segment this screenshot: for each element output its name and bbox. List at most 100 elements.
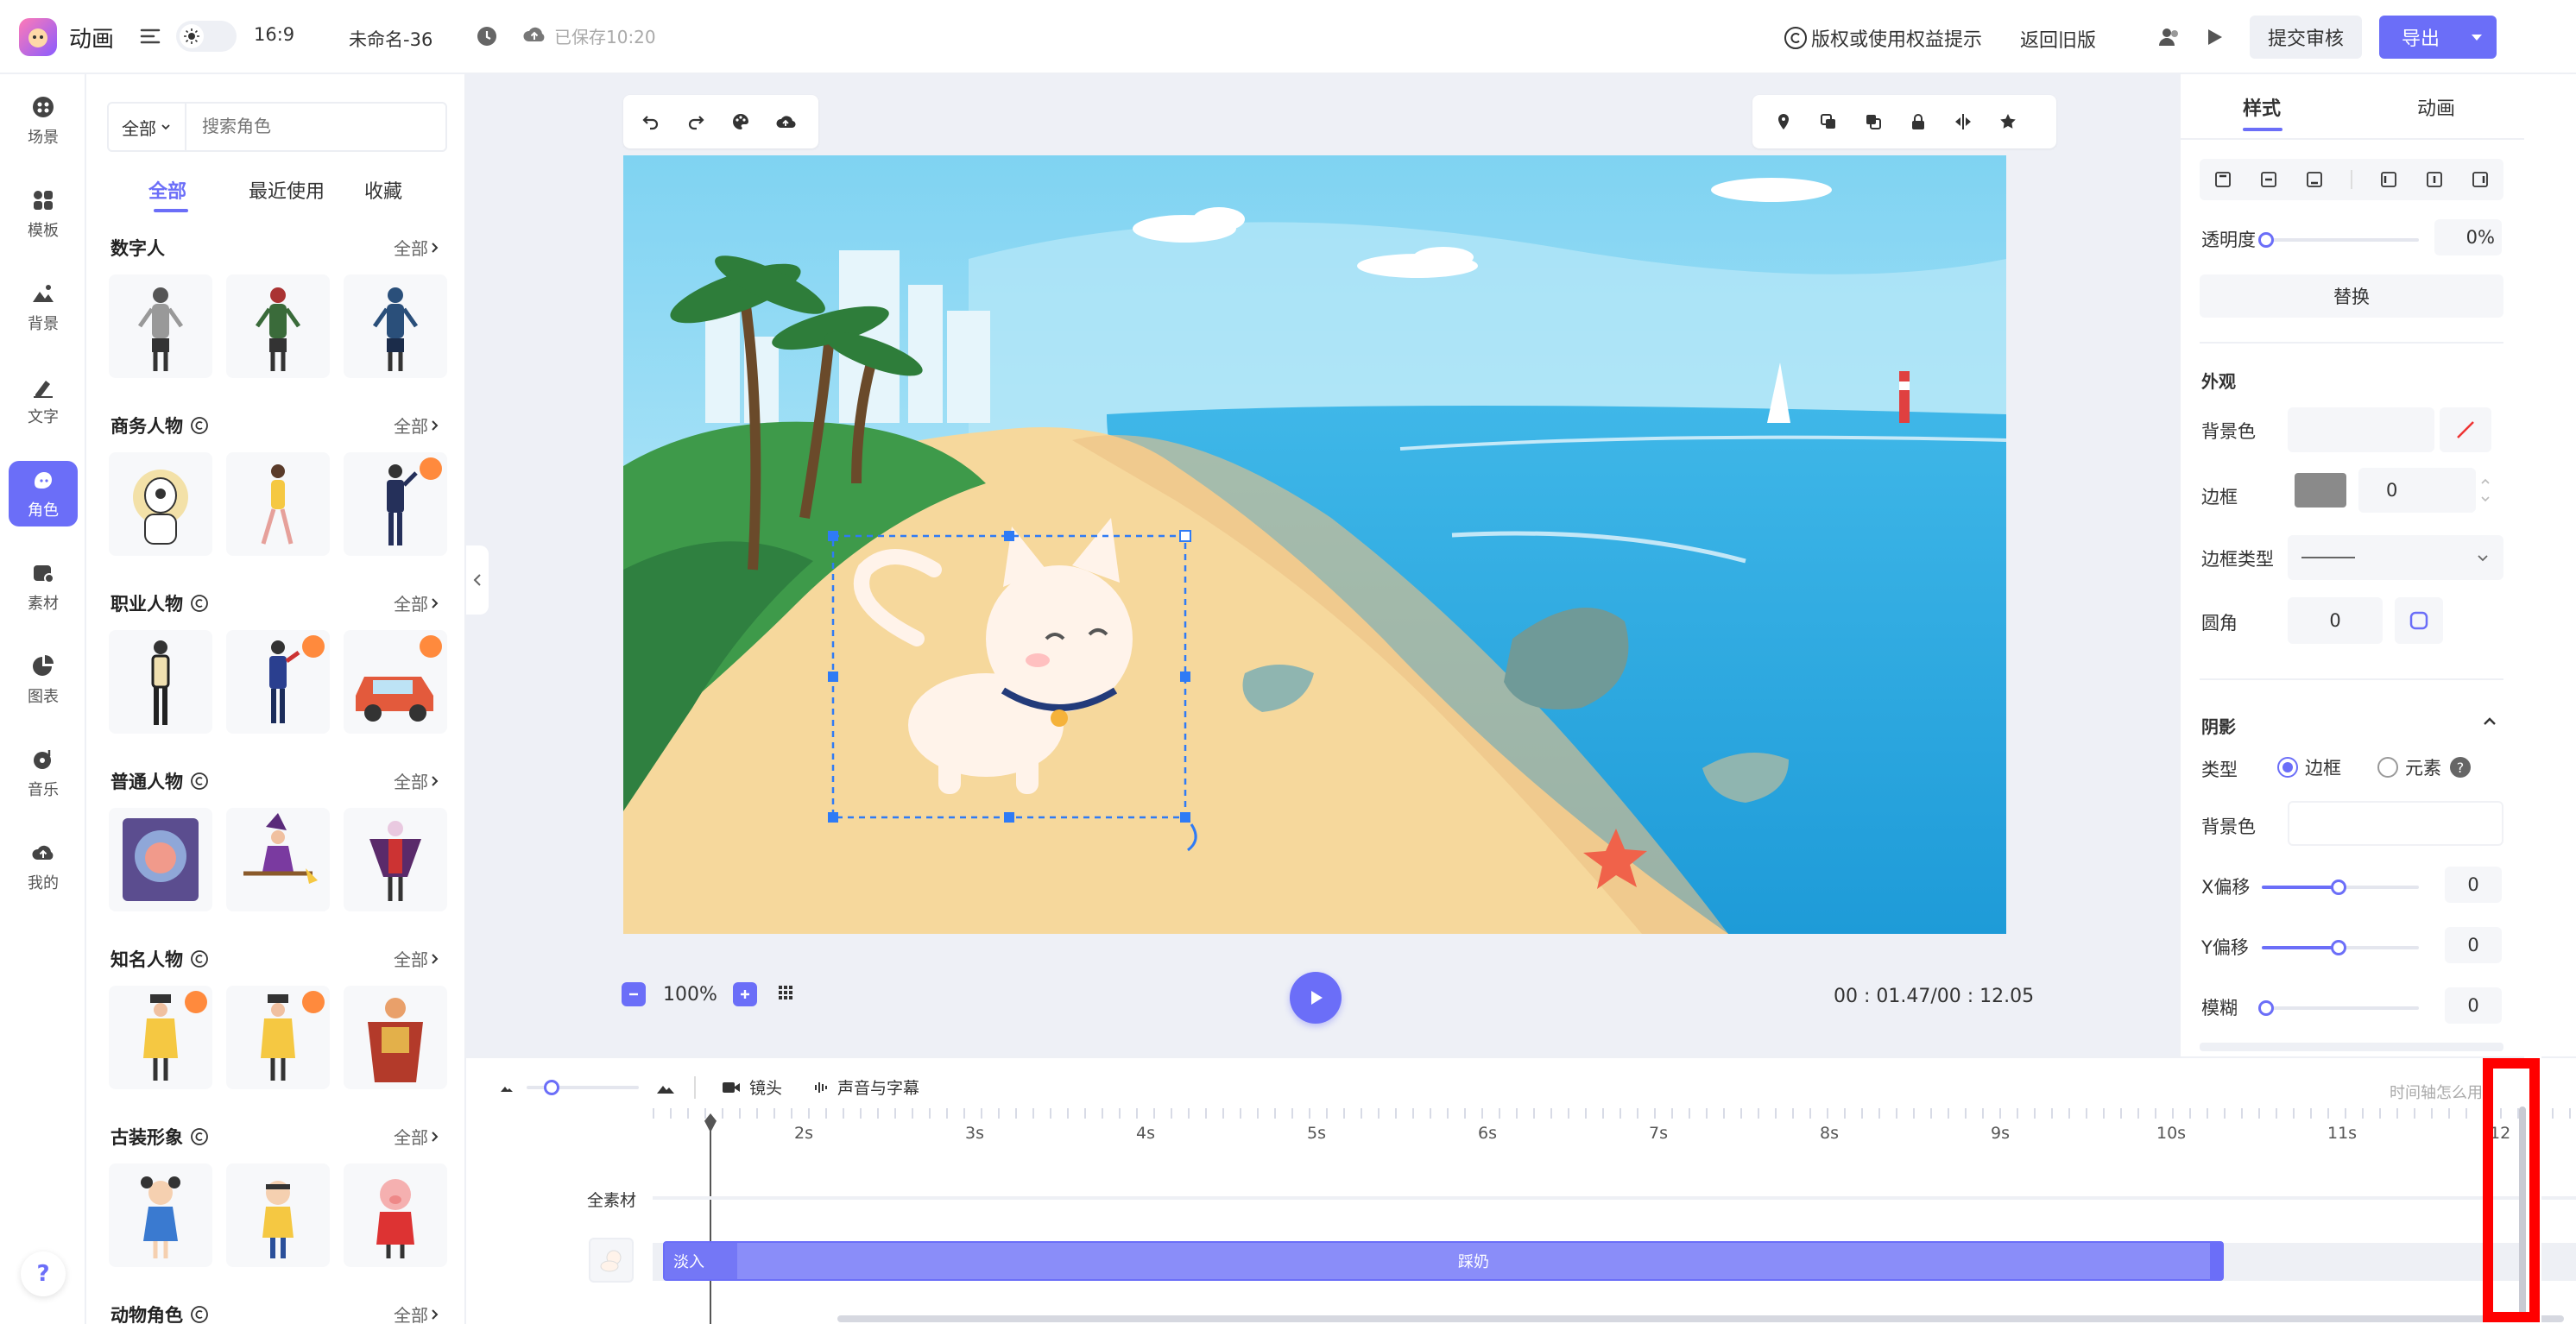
character-thumb[interactable] [226, 630, 330, 734]
character-thumb[interactable] [344, 274, 447, 378]
rail-character[interactable]: 角色 [9, 461, 78, 526]
clip-end-handle[interactable] [2210, 1243, 2222, 1279]
slider-knob[interactable] [2331, 880, 2346, 895]
menu-icon[interactable] [138, 24, 162, 52]
opacity-input[interactable]: 0% [2434, 219, 2502, 255]
border-width-input[interactable]: 0 [2358, 468, 2476, 513]
rail-mine[interactable]: 我的 [9, 834, 78, 899]
camera-button[interactable]: 镜头 [722, 1075, 782, 1099]
section-all-link[interactable]: 全部 [394, 1124, 440, 1149]
character-thumb[interactable] [109, 274, 212, 378]
history-icon[interactable] [475, 24, 499, 52]
radio-element[interactable]: 元素 ? [2377, 754, 2471, 780]
chevron-up-icon[interactable] [2481, 713, 2498, 734]
x-offset-slider[interactable] [2262, 880, 2419, 895]
layer-down-icon[interactable] [1851, 99, 1896, 144]
character-thumb[interactable] [109, 986, 212, 1089]
preview-play-icon[interactable] [2203, 26, 2226, 52]
rail-background[interactable]: 背景 [9, 274, 78, 340]
radio-border[interactable]: 边框 [2277, 754, 2341, 780]
character-thumb[interactable] [226, 452, 330, 556]
rail-chart[interactable]: 图表 [9, 647, 78, 713]
character-thumb[interactable] [109, 630, 212, 734]
zoom-in-button[interactable] [732, 982, 757, 1006]
palette-icon[interactable] [718, 99, 763, 144]
timeline-zoom-slider[interactable] [527, 1079, 639, 1095]
lock-icon[interactable] [1896, 99, 1941, 144]
align-center-icon[interactable] [2425, 170, 2444, 189]
tab-style[interactable]: 样式 [2243, 93, 2281, 121]
align-middle-icon[interactable] [2259, 170, 2278, 189]
submit-review-button[interactable]: 提交审核 [2250, 16, 2362, 59]
export-button[interactable]: 导出 [2379, 16, 2497, 59]
slider-knob[interactable] [2331, 940, 2346, 955]
border-type-select[interactable] [2288, 535, 2503, 580]
filter-dropdown[interactable]: 全部 [109, 104, 186, 150]
slider-knob[interactable] [2258, 1000, 2274, 1016]
section-all-link[interactable]: 全部 [394, 768, 440, 793]
star-icon[interactable] [1986, 99, 2030, 144]
character-thumb[interactable] [226, 1163, 330, 1267]
sound-subtitle-button[interactable]: 声音与字幕 [813, 1075, 919, 1099]
character-thumb[interactable] [344, 1163, 447, 1267]
character-thumb[interactable] [226, 986, 330, 1089]
grid-icon[interactable] [776, 983, 795, 1006]
rail-text[interactable]: 文字 [9, 368, 78, 433]
search-input[interactable] [202, 117, 426, 137]
flip-icon[interactable] [1941, 99, 1986, 144]
character-thumb[interactable] [344, 808, 447, 911]
timeline-help-link[interactable]: 时间轴怎么用? [2390, 1081, 2491, 1103]
character-thumb[interactable] [344, 986, 447, 1089]
section-all-link[interactable]: 全部 [394, 235, 440, 260]
section-all-link[interactable]: 全部 [394, 946, 440, 971]
play-button[interactable] [1290, 972, 1342, 1024]
ratio-selector[interactable]: 16:9 [254, 24, 294, 45]
rail-music[interactable]: 音乐 [9, 741, 78, 806]
location-icon[interactable] [1761, 99, 1806, 144]
undo-icon[interactable] [628, 99, 673, 144]
track-thumb[interactable] [589, 1238, 634, 1283]
theme-toggle[interactable] [176, 21, 237, 52]
timeline-scrollbar[interactable] [837, 1315, 2564, 1322]
rail-scene[interactable]: 场景 [9, 88, 78, 154]
replace-button[interactable]: 替换 [2200, 274, 2503, 318]
collaborators-icon[interactable] [2156, 24, 2182, 54]
cloud-upload-icon[interactable] [763, 99, 808, 144]
align-left-icon[interactable] [2379, 170, 2398, 189]
animation-clip[interactable]: 淡入 踩奶 [663, 1241, 2224, 1281]
character-thumb[interactable] [226, 808, 330, 911]
slider-knob[interactable] [2258, 232, 2274, 248]
stepper-icon[interactable] [2478, 471, 2493, 513]
border-color-swatch[interactable] [2295, 473, 2346, 508]
back-old-version-link[interactable]: 返回旧版 [2020, 25, 2096, 53]
y-offset-slider[interactable] [2262, 940, 2419, 955]
shadow-color-swatch[interactable] [2288, 801, 2503, 846]
panel-collapse-handle[interactable] [466, 545, 489, 615]
blur-slider[interactable] [2258, 1000, 2419, 1016]
align-top-icon[interactable] [2213, 170, 2232, 189]
align-bottom-icon[interactable] [2305, 170, 2324, 189]
bg-color-swatch[interactable] [2288, 407, 2434, 452]
character-thumb[interactable] [226, 274, 330, 378]
character-thumb[interactable] [344, 452, 447, 556]
character-thumb[interactable] [344, 630, 447, 734]
section-all-link[interactable]: 全部 [394, 413, 440, 438]
stage-canvas[interactable] [623, 155, 2006, 934]
slider-knob[interactable] [544, 1079, 559, 1095]
file-name[interactable]: 未命名-36 [349, 26, 432, 52]
x-offset-input[interactable]: 0 [2445, 867, 2502, 903]
time-ruler[interactable] [653, 1108, 2576, 1119]
tab-recent[interactable]: 最近使用 [249, 176, 325, 204]
rail-material[interactable]: 素材 [9, 554, 78, 620]
question-icon[interactable]: ? [2450, 757, 2471, 778]
tab-favorite[interactable]: 收藏 [364, 176, 402, 204]
align-right-icon[interactable] [2471, 170, 2490, 189]
tab-animation[interactable]: 动画 [2417, 93, 2455, 121]
rail-template[interactable]: 模板 [9, 181, 78, 247]
help-button[interactable]: ? [21, 1251, 66, 1296]
fade-in-segment[interactable]: 淡入 [665, 1243, 737, 1279]
character-thumb[interactable] [109, 452, 212, 556]
section-all-link[interactable]: 全部 [394, 1302, 440, 1324]
character-thumb[interactable] [109, 1163, 212, 1267]
app-logo[interactable]: 动画 [19, 17, 114, 57]
